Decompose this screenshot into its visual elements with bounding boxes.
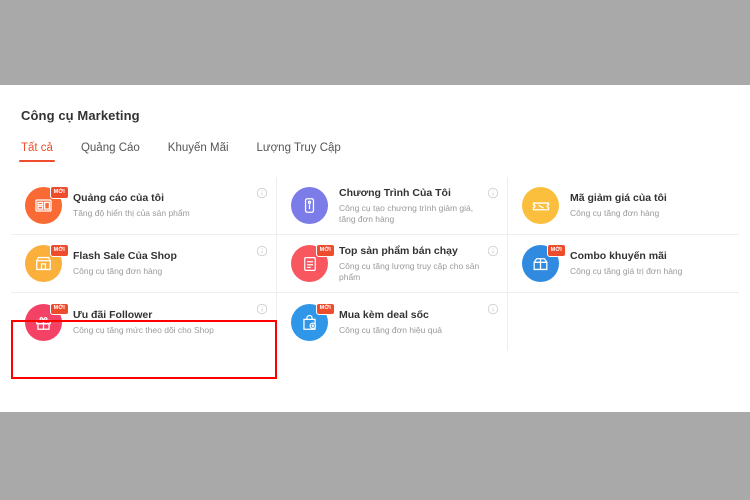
card-description: Công cụ tăng lượng truy cập cho sản phẩm [339, 260, 480, 282]
card-text: Mã giảm giá của tôi Công cụ tăng đơn hàn… [570, 192, 731, 219]
tab-label: Tất cả [21, 142, 53, 154]
card-text: Mua kèm deal sốc Công cụ tăng đơn hiệu q… [339, 309, 487, 336]
new-badge: MỚI [49, 244, 69, 257]
tool-card-quang-cao-cua-toi[interactable]: MỚI Quảng cáo của tôi Tăng độ hiển thị c… [11, 177, 277, 235]
card-description: Công cụ tạo chương trình giảm giá, tăng … [339, 202, 474, 224]
voucher-ticket-icon [522, 187, 559, 224]
info-icon[interactable] [256, 303, 268, 315]
tool-card-chuong-trinh-cua-toi[interactable]: Chương Trình Của Tôi Công cụ tạo chương … [277, 177, 508, 235]
new-badge: MỚI [315, 302, 335, 315]
icon-wrap [291, 187, 328, 224]
card-text: Top sản phẩm bán chạy Công cụ tăng lượng… [339, 245, 487, 283]
tab-luong-truy-cap[interactable]: Lượng Truy Cập [257, 142, 341, 162]
icon-wrap [522, 187, 559, 224]
tool-card-combo-khuyen-mai[interactable]: MỚI Combo khuyến mãi Công cụ tăng giá tr… [508, 235, 739, 293]
tab-label: Khuyến Mãi [167, 142, 229, 154]
new-badge: MỚI [546, 244, 566, 257]
tool-card-mua-kem-deal-soc[interactable]: MỚI Mua kèm deal sốc Công cụ tăng đơn hi… [277, 293, 508, 351]
info-icon[interactable] [487, 303, 499, 315]
grid-empty-cell [508, 293, 739, 351]
new-badge: MỚI [49, 186, 69, 199]
card-title: Chương Trình Của Tôi [339, 186, 451, 199]
tab-active-indicator [19, 159, 55, 162]
card-text: Flash Sale Của Shop Công cụ tăng đơn hàn… [73, 250, 256, 277]
icon-wrap: MỚI [522, 244, 566, 282]
icon-wrap: MỚI [25, 186, 69, 224]
marketing-tools-grid: MỚI Quảng cáo của tôi Tăng độ hiển thị c… [11, 177, 739, 351]
card-title: Mã giảm giá của tôi [570, 192, 667, 204]
info-icon[interactable] [256, 245, 268, 257]
card-description: Công cụ tăng mức theo dõi cho Shop [73, 324, 214, 335]
tab-khuyen-mai[interactable]: Khuyến Mãi [168, 142, 229, 162]
card-description: Công cụ tăng đơn hiệu quả [339, 324, 442, 335]
tab-quang-cao[interactable]: Quảng Cáo [81, 142, 140, 162]
marketing-tools-panel: Công cụ Marketing Tất cả Quảng Cáo Khuyế… [0, 85, 750, 412]
tool-card-uu-dai-follower[interactable]: MỚI Ưu đãi Follower Công cụ tăng mức the… [11, 293, 277, 351]
card-text: Ưu đãi Follower Công cụ tăng mức theo dõ… [73, 309, 256, 336]
tool-card-ma-giam-gia-cua-toi[interactable]: Mã giảm giá của tôi Công cụ tăng đơn hàn… [508, 177, 739, 235]
icon-wrap: MỚI [25, 302, 69, 341]
card-text: Combo khuyến mãi Công cụ tăng giá trị đơ… [570, 250, 731, 277]
card-title: Quảng cáo của tôi [73, 192, 165, 204]
card-description: Công cụ tăng giá trị đơn hàng [570, 266, 683, 276]
card-description: Công cụ tăng đơn hàng [570, 208, 660, 218]
card-title: Flash Sale Của Shop [73, 250, 177, 262]
icon-wrap: MỚI [291, 244, 335, 282]
page-title: Công cụ Marketing [21, 108, 140, 123]
card-title: Combo khuyến mãi [570, 250, 667, 262]
card-text: Chương Trình Của Tôi Công cụ tạo chương … [339, 187, 487, 225]
icon-wrap: MỚI [25, 244, 69, 282]
price-tag-icon [291, 187, 328, 224]
tab-label: Quảng Cáo [80, 142, 140, 154]
card-text: Quảng cáo của tôi Tăng độ hiển thị của s… [73, 192, 256, 219]
new-badge: MỚI [49, 302, 69, 315]
tab-tat-ca[interactable]: Tất cả [19, 142, 55, 162]
info-icon[interactable] [487, 187, 499, 199]
card-description: Tăng độ hiển thị của sản phẩm [73, 208, 190, 218]
card-title: Mua kèm deal sốc [339, 308, 429, 321]
tab-bar: Tất cả Quảng Cáo Khuyến Mãi Lượng Truy C… [19, 136, 341, 162]
new-badge: MỚI [315, 244, 335, 257]
tab-label: Lượng Truy Cập [256, 142, 341, 154]
info-icon[interactable] [256, 187, 268, 199]
card-title: Ưu đãi Follower [73, 308, 153, 321]
tool-card-top-san-pham-ban-chay[interactable]: MỚI Top sản phẩm bán chạy Công cụ tăng l… [277, 235, 508, 293]
info-icon[interactable] [487, 245, 499, 257]
card-title: Top sản phẩm bán chạy [339, 244, 458, 257]
icon-wrap: MỚI [291, 302, 335, 341]
tool-card-flash-sale-cua-shop[interactable]: MỚI Flash Sale Của Shop Công cụ tăng đơn… [11, 235, 277, 293]
card-description: Công cụ tăng đơn hàng [73, 266, 163, 276]
